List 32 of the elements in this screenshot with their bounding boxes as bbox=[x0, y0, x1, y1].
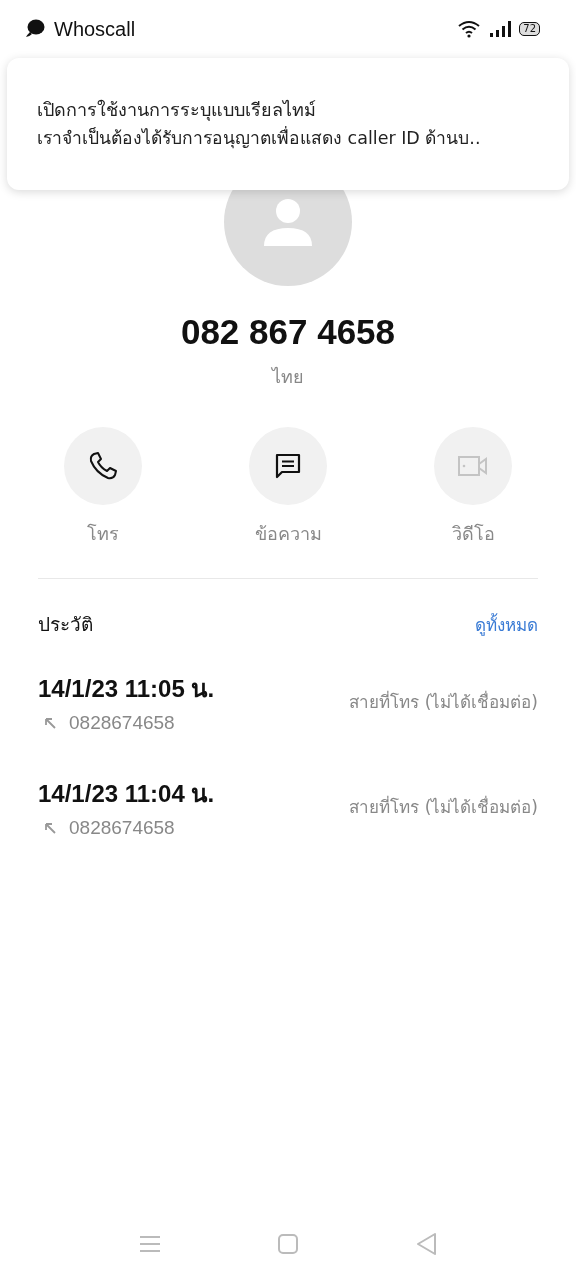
country-label: ไทย bbox=[272, 365, 304, 389]
call-log-entry[interactable]: 14/1/23 11:04 น. 0828674658 สายที่โทร (ไม่ได้เชื่อมต่อ) bbox=[38, 774, 538, 839]
caller-number: 0828674658 bbox=[69, 712, 175, 734]
action-label: ข้อความ bbox=[254, 522, 322, 546]
call-log-entry[interactable]: 14/1/23 11:05 น. 0828674658 สายที่โทร (ไม่ได้เชื่อมต่อ) bbox=[38, 669, 538, 734]
notification-text: เราจำเป็นต้องได้รับการอนุญาตเพื่อแสดง caller ID ด้านบ.. bbox=[37, 125, 482, 151]
menu-button[interactable] bbox=[139, 1234, 161, 1254]
outgoing-arrow-icon bbox=[44, 716, 57, 730]
call-time: 14/1/23 11:04 น. bbox=[38, 779, 215, 809]
call-status: สายที่โทร (ไม่ได้เชื่อมต่อ) bbox=[349, 689, 538, 714]
view-all-link[interactable]: ดูทั้งหมด bbox=[475, 610, 538, 638]
video-camera-icon bbox=[457, 454, 489, 478]
phone-icon bbox=[88, 451, 118, 481]
wifi-icon bbox=[457, 20, 482, 38]
action-label: วิดีโอ bbox=[451, 522, 495, 546]
chat-bubble-icon bbox=[24, 18, 46, 40]
action-label: โทร bbox=[87, 522, 119, 546]
phone-number: 082 867 4658 bbox=[180, 312, 396, 352]
app-name: Whoscall bbox=[54, 17, 136, 41]
message-icon bbox=[274, 452, 302, 480]
caller-number: 0828674658 bbox=[69, 817, 175, 839]
section-title: ประวัติ bbox=[38, 612, 93, 637]
person-icon bbox=[262, 196, 314, 248]
notification-title: เปิดการใช้งานการระบุแบบเรียลไทม์ bbox=[37, 98, 317, 123]
notification-card[interactable]: เปิดการใช้งานการระบุแบบเรียลไทม์ เราจำเป็นต้องได้รับการอนุญาตเพื่อแสดง caller ID ด้านบ.. bbox=[7, 58, 569, 190]
call-time: 14/1/23 11:05 น. bbox=[38, 674, 215, 704]
home-button[interactable] bbox=[277, 1233, 299, 1255]
signal-icon bbox=[489, 21, 512, 37]
call-status: สายที่โทร (ไม่ได้เชื่อมต่อ) bbox=[349, 794, 538, 819]
back-button[interactable] bbox=[415, 1232, 437, 1256]
outgoing-arrow-icon bbox=[44, 821, 57, 835]
battery-indicator: 72 bbox=[519, 22, 540, 36]
